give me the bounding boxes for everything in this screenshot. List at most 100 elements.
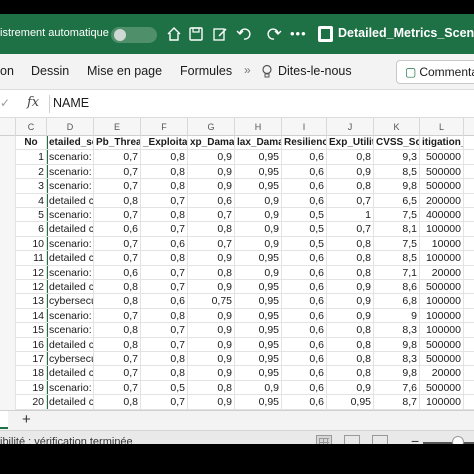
home-icon[interactable] bbox=[166, 26, 182, 42]
data-cell[interactable]: detailed cy bbox=[47, 337, 94, 352]
header-cell[interactable]: CVSS_Score bbox=[374, 136, 420, 151]
data-cell[interactable]: 8,1 bbox=[374, 222, 420, 237]
data-cell[interactable]: 7,5 bbox=[374, 236, 420, 252]
data-cell[interactable]: 0,6 bbox=[282, 265, 327, 280]
data-cell[interactable]: 0,8 bbox=[141, 208, 188, 223]
row-number[interactable] bbox=[0, 164, 16, 180]
column-letter[interactable]: K bbox=[374, 118, 420, 136]
data-cell[interactable]: 0,7 bbox=[94, 251, 141, 266]
data-cell[interactable]: 0,8 bbox=[327, 323, 374, 338]
data-cell[interactable]: 0,7 bbox=[94, 208, 141, 223]
data-cell[interactable]: 0,6 bbox=[94, 222, 141, 237]
header-cell[interactable]: xp_Damage bbox=[188, 136, 235, 151]
data-cell[interactable]: 0,7 bbox=[141, 395, 188, 410]
data-cell[interactable]: 12 bbox=[16, 280, 47, 295]
data-cell[interactable] bbox=[464, 309, 474, 323]
data-cell[interactable]: 2 bbox=[16, 164, 47, 180]
data-cell[interactable]: 0,9 bbox=[188, 395, 235, 410]
tab-formules[interactable]: Formules bbox=[180, 64, 232, 78]
data-cell[interactable]: 0,9 bbox=[188, 308, 235, 324]
header-cell[interactable]: Pb_Threat bbox=[94, 136, 141, 151]
column-letter[interactable]: J bbox=[327, 118, 374, 136]
data-cell[interactable]: 500000 bbox=[420, 352, 464, 367]
data-cell[interactable]: 0,6 bbox=[141, 236, 188, 252]
data-cell[interactable] bbox=[464, 352, 474, 366]
row-number[interactable] bbox=[0, 280, 16, 295]
row-number[interactable] bbox=[0, 222, 16, 237]
data-cell[interactable]: 0,9 bbox=[235, 222, 282, 237]
data-cell[interactable]: scenario: d bbox=[47, 150, 94, 165]
row-number[interactable] bbox=[0, 337, 16, 352]
data-cell[interactable]: 5 bbox=[16, 208, 47, 223]
data-cell[interactable]: 0,6 bbox=[282, 352, 327, 367]
header-cell[interactable]: Resilience bbox=[282, 136, 327, 151]
header-cell[interactable]: No bbox=[16, 136, 47, 151]
data-cell[interactable]: 4 bbox=[16, 193, 47, 208]
data-cell[interactable]: 0,95 bbox=[235, 352, 282, 367]
data-cell[interactable]: 9,8 bbox=[374, 337, 420, 352]
data-cell[interactable]: 100000 bbox=[420, 222, 464, 237]
data-cell[interactable]: 0,7 bbox=[141, 280, 188, 295]
data-cell[interactable] bbox=[464, 194, 474, 208]
data-cell[interactable]: 9,8 bbox=[374, 179, 420, 194]
header-cell[interactable]: etailed_scena bbox=[47, 136, 94, 151]
data-cell[interactable]: 0,8 bbox=[94, 337, 141, 352]
data-cell[interactable]: 0,8 bbox=[141, 352, 188, 367]
data-cell[interactable]: 100000 bbox=[420, 251, 464, 266]
data-cell[interactable]: 15 bbox=[16, 323, 47, 338]
header-cell[interactable]: itigation_Co bbox=[420, 136, 464, 151]
data-cell[interactable]: 0,9 bbox=[188, 150, 235, 165]
data-cell[interactable]: 0,8 bbox=[327, 236, 374, 252]
data-cell[interactable]: 0,7 bbox=[188, 236, 235, 252]
row-number[interactable] bbox=[0, 308, 16, 324]
data-cell[interactable]: 0,7 bbox=[94, 164, 141, 180]
data-cell[interactable]: scenario: st bbox=[47, 265, 94, 280]
data-cell[interactable]: 200000 bbox=[420, 193, 464, 208]
data-cell[interactable]: 6,5 bbox=[374, 193, 420, 208]
data-cell[interactable]: 0,9 bbox=[188, 280, 235, 295]
data-cell[interactable]: 18 bbox=[16, 366, 47, 381]
autosave-toggle[interactable] bbox=[111, 27, 157, 43]
data-cell[interactable]: 100000 bbox=[420, 294, 464, 309]
data-cell[interactable]: 0,6 bbox=[141, 294, 188, 309]
row-number[interactable] bbox=[0, 236, 16, 252]
header-cell[interactable]: _Exploitatio bbox=[141, 136, 188, 151]
data-cell[interactable]: scenario: st bbox=[47, 208, 94, 223]
more-tabs-icon[interactable]: » bbox=[244, 63, 251, 77]
data-cell[interactable]: 0,8 bbox=[188, 265, 235, 280]
data-cell[interactable]: 100000 bbox=[420, 323, 464, 338]
data-cell[interactable]: 0,7 bbox=[327, 222, 374, 237]
data-cell[interactable]: 0,8 bbox=[327, 337, 374, 352]
data-cell[interactable]: 0,9 bbox=[327, 280, 374, 295]
data-cell[interactable]: 0,6 bbox=[282, 150, 327, 165]
data-cell[interactable]: 14 bbox=[16, 308, 47, 324]
data-cell[interactable]: 500000 bbox=[420, 337, 464, 352]
data-cell[interactable]: 20 bbox=[16, 395, 47, 410]
data-cell[interactable]: 0,5 bbox=[282, 222, 327, 237]
data-cell[interactable]: 0,9 bbox=[188, 323, 235, 338]
column-letter[interactable]: I bbox=[282, 118, 327, 136]
comments-button[interactable]: ▢Commentai bbox=[396, 60, 474, 84]
data-cell[interactable]: 0,95 bbox=[235, 280, 282, 295]
data-cell[interactable]: 7,5 bbox=[374, 208, 420, 223]
data-cell[interactable] bbox=[464, 381, 474, 395]
column-letter[interactable] bbox=[464, 118, 474, 136]
data-cell[interactable]: 400000 bbox=[420, 208, 464, 223]
data-cell[interactable]: 20000 bbox=[420, 265, 464, 280]
data-cell[interactable]: 0,95 bbox=[327, 395, 374, 410]
redo-icon[interactable] bbox=[266, 26, 282, 42]
data-cell[interactable]: 0,7 bbox=[141, 323, 188, 338]
data-cell[interactable]: 6 bbox=[16, 222, 47, 237]
data-cell[interactable]: 12 bbox=[16, 265, 47, 280]
data-cell[interactable]: 0,9 bbox=[188, 251, 235, 266]
data-cell[interactable]: 0,8 bbox=[141, 308, 188, 324]
data-cell[interactable]: 10 bbox=[16, 236, 47, 252]
data-cell[interactable]: 0,9 bbox=[188, 179, 235, 194]
column-letter[interactable]: F bbox=[141, 118, 188, 136]
data-cell[interactable]: 0,5 bbox=[282, 208, 327, 223]
data-cell[interactable] bbox=[464, 165, 474, 179]
data-cell[interactable]: 7,6 bbox=[374, 380, 420, 396]
data-cell[interactable]: 0,9 bbox=[188, 164, 235, 180]
tab-dessin[interactable]: Dessin bbox=[31, 64, 69, 78]
data-cell[interactable]: scenario: a bbox=[47, 308, 94, 324]
